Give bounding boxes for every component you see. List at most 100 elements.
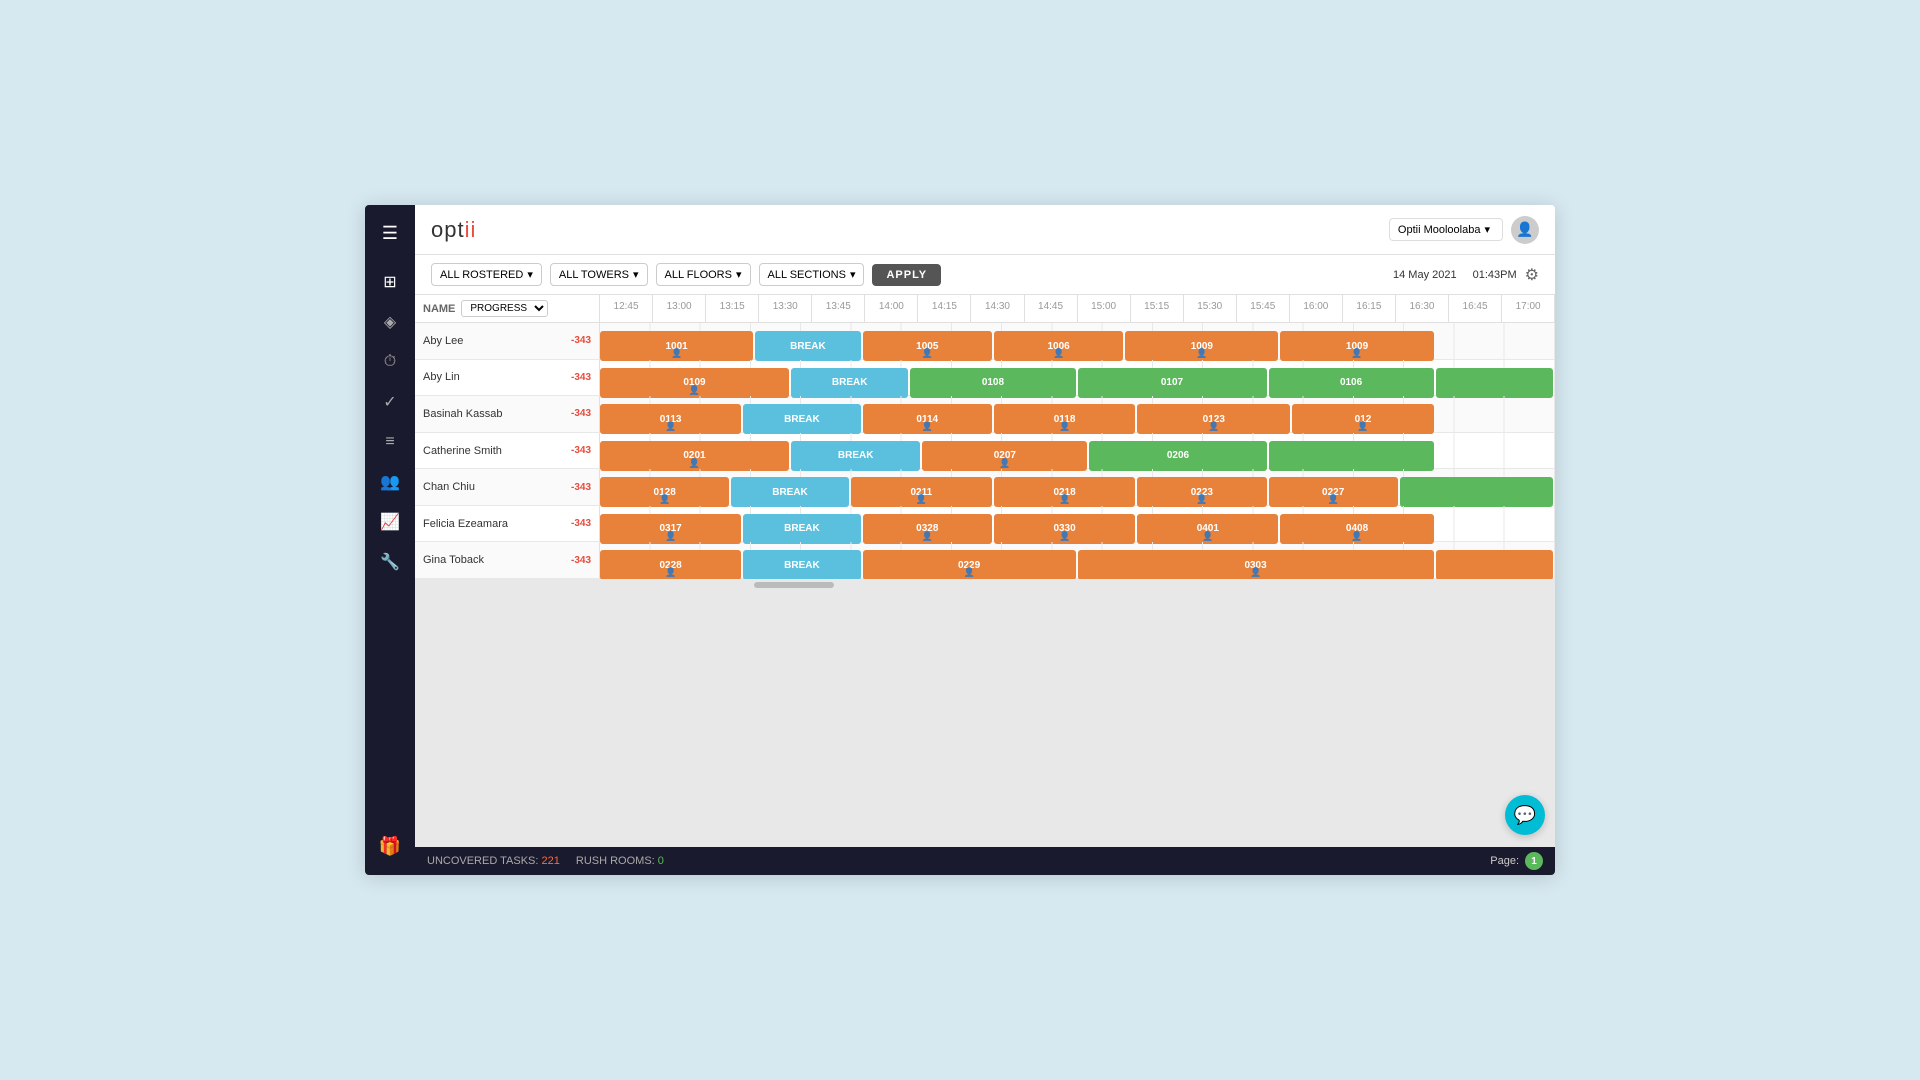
task-bar[interactable]: 0108 xyxy=(910,368,1075,398)
task-bar[interactable]: 0317👤 xyxy=(600,514,741,544)
task-bar[interactable]: 0128👤 xyxy=(600,477,729,507)
task-bar[interactable]: 0118👤 xyxy=(994,404,1135,434)
task-badge: -343 xyxy=(571,482,591,493)
task-bar[interactable] xyxy=(1400,477,1553,507)
task-bar[interactable]: 0229👤 xyxy=(863,550,1076,579)
sidebar-icon-layers[interactable]: ◈ xyxy=(372,304,408,340)
task-bar[interactable] xyxy=(1269,441,1434,471)
table-row: Chan Chiu -343 0128👤BREAK0211👤0218👤0223👤02… xyxy=(415,469,1555,506)
sidebar-icon-grid[interactable]: ⊞ xyxy=(372,264,408,300)
scroll-thumb[interactable] xyxy=(754,582,834,588)
sidebar-icon-chart[interactable]: 📈 xyxy=(372,504,408,540)
name-cell: Basinah Kassab-343 xyxy=(415,396,600,432)
filters-bar: ALL ROSTERED ▾ ALL TOWERS ▾ ALL FLOORS ▾… xyxy=(415,255,1555,295)
task-bar[interactable]: 0113👤 xyxy=(600,404,741,434)
person-icon: 👤 xyxy=(1357,421,1368,432)
task-bar[interactable]: 1009👤 xyxy=(1280,331,1433,361)
task-bar[interactable]: 0408👤 xyxy=(1280,514,1433,544)
task-bar[interactable]: BREAK xyxy=(791,368,908,398)
task-bar[interactable]: 0228👤 xyxy=(600,550,741,579)
person-icon: 👤 xyxy=(999,458,1010,469)
table-row: Gina Toback-3430228👤BREAK0229👤0303👤 xyxy=(415,542,1555,579)
task-label: 0108 xyxy=(982,377,1004,388)
filter-floors[interactable]: ALL FLOORS ▾ xyxy=(656,263,751,286)
task-bar[interactable]: 1005👤 xyxy=(863,331,992,361)
chevron-down-icon: ▾ xyxy=(736,268,742,281)
task-badge: -343 xyxy=(571,408,591,419)
task-bar[interactable]: BREAK xyxy=(731,477,848,507)
time-slot-1600: 16:00 xyxy=(1290,295,1343,322)
task-bar[interactable]: 0303👤 xyxy=(1078,550,1434,579)
user-avatar[interactable]: 👤 xyxy=(1511,216,1539,244)
person-icon: 👤 xyxy=(1208,421,1219,432)
filter-towers[interactable]: ALL TOWERS ▾ xyxy=(550,263,648,286)
task-bar[interactable]: 1001👤 xyxy=(600,331,753,361)
chat-button[interactable]: 💬 xyxy=(1505,795,1545,835)
task-bar[interactable]: 0106 xyxy=(1269,368,1434,398)
chevron-down-icon: ▾ xyxy=(1484,223,1490,236)
time-slot-1345: 13:45 xyxy=(812,295,865,322)
scroll-area[interactable] xyxy=(415,579,1555,591)
task-bar[interactable]: BREAK xyxy=(743,550,860,579)
person-icon: 👤 xyxy=(1328,494,1339,505)
task-label: BREAK xyxy=(832,377,868,388)
staff-name: Chan Chiu xyxy=(423,481,475,493)
filter-rostered[interactable]: ALL ROSTERED ▾ xyxy=(431,263,542,286)
task-bar[interactable]: BREAK xyxy=(743,514,860,544)
name-cell: Gina Toback-343 xyxy=(415,542,600,578)
page-number[interactable]: 1 xyxy=(1525,852,1543,870)
task-bar[interactable]: 0211👤 xyxy=(851,477,992,507)
task-bar[interactable] xyxy=(1436,368,1553,398)
settings-icon[interactable]: ⚙ xyxy=(1525,265,1539,285)
task-bar[interactable]: 0107 xyxy=(1078,368,1267,398)
progress-dropdown[interactable]: PROGRESS xyxy=(461,300,548,317)
task-badge: -343 xyxy=(571,518,591,529)
sidebar-icon-clock[interactable]: ⏱ xyxy=(372,344,408,380)
filter-sections[interactable]: ALL SECTIONS ▾ xyxy=(759,263,865,286)
empty-area xyxy=(415,591,1555,847)
timeline-row: 0201👤 BREAK 0207👤0206 xyxy=(600,433,1555,469)
task-bar[interactable]: 012👤 xyxy=(1292,404,1433,434)
task-bar[interactable]: 1009👤 xyxy=(1125,331,1278,361)
task-bar[interactable]: BREAK xyxy=(743,404,860,434)
task-bar[interactable] xyxy=(1436,550,1553,579)
task-bar[interactable]: BREAK xyxy=(791,441,920,471)
sidebar-icon-list[interactable]: ≡ xyxy=(372,424,408,460)
venue-selector[interactable]: Optii Mooloolaba ▾ xyxy=(1389,218,1503,241)
task-bar[interactable]: 0330👤 xyxy=(994,514,1135,544)
rush-rooms-label: RUSH ROOMS: 0 xyxy=(576,855,664,867)
sidebar-icon-check[interactable]: ✓ xyxy=(372,384,408,420)
uncovered-count: 221 xyxy=(542,855,560,867)
task-bar[interactable]: 0223👤 xyxy=(1137,477,1266,507)
sidebar: ☰ ⊞ ◈ ⏱ ✓ ≡ 👥 📈 🔧 🎁 xyxy=(365,205,415,875)
name-cell: Felicia Ezeamara-343 xyxy=(415,506,600,542)
sidebar-icon-users[interactable]: 👥 xyxy=(372,464,408,500)
apply-button[interactable]: APPLY xyxy=(872,264,941,286)
task-bar[interactable]: 0207👤 xyxy=(922,441,1087,471)
person-icon: 👤 xyxy=(916,494,927,505)
sidebar-icon-tools[interactable]: 🔧 xyxy=(372,544,408,580)
task-bar[interactable]: 0114👤 xyxy=(863,404,992,434)
task-bar[interactable]: 0109👤 xyxy=(600,368,789,398)
time-slot-1445: 14:45 xyxy=(1025,295,1078,322)
name-cell: Chan Chiu -343 xyxy=(415,469,600,505)
task-label: BREAK xyxy=(838,450,874,461)
chevron-down-icon: ▾ xyxy=(527,268,533,281)
hamburger-menu[interactable]: ☰ xyxy=(374,215,406,252)
task-bar[interactable]: 1006👤 xyxy=(994,331,1123,361)
staff-name: Gina Toback xyxy=(423,554,484,566)
timeline-row: 0113👤BREAK0114👤0118👤0123👤012👤 xyxy=(600,396,1555,432)
task-bar[interactable]: 0401👤 xyxy=(1137,514,1278,544)
task-bar[interactable]: 0206 xyxy=(1089,441,1266,471)
task-bar[interactable]: 0218👤 xyxy=(994,477,1135,507)
task-bar[interactable]: 0201👤 xyxy=(600,441,789,471)
task-bar[interactable]: 0227👤 xyxy=(1269,477,1398,507)
person-icon: 👤 xyxy=(1053,348,1064,359)
current-time: 01:43PM xyxy=(1473,269,1517,281)
time-slot-1545: 15:45 xyxy=(1237,295,1290,322)
task-bar[interactable]: 0123👤 xyxy=(1137,404,1290,434)
task-bar[interactable]: BREAK xyxy=(755,331,860,361)
task-bar[interactable]: 0328👤 xyxy=(863,514,992,544)
sidebar-icon-gift[interactable]: 🎁 xyxy=(371,828,409,865)
time-slot-1630: 16:30 xyxy=(1396,295,1449,322)
